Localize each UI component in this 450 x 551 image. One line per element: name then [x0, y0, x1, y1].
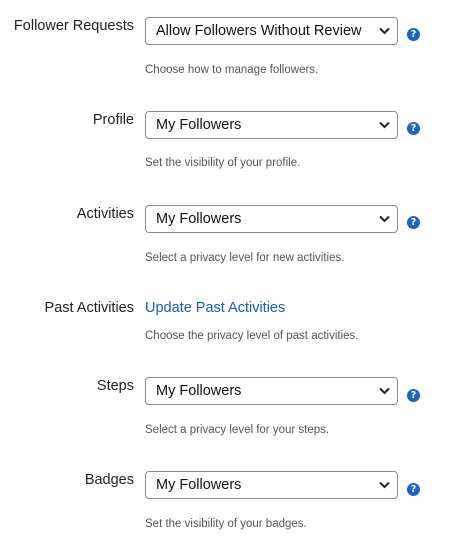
help-icon[interactable]: ?: [407, 216, 420, 229]
update-past-activities-link[interactable]: Update Past Activities: [145, 300, 285, 316]
steps-select[interactable]: My Followers: [145, 377, 398, 405]
steps-hint: Select a privacy level for your steps.: [145, 424, 330, 436]
follower-requests-hint: Choose how to manage followers.: [145, 64, 319, 76]
chevron-down-icon: [379, 387, 390, 395]
past-activities-hint: Choose the privacy level of past activit…: [145, 330, 359, 342]
chevron-down-icon: [379, 121, 390, 129]
activities-select[interactable]: My Followers: [145, 205, 398, 233]
chevron-down-icon: [379, 481, 390, 489]
badges-hint: Set the visibility of your badges.: [145, 518, 307, 530]
badges-select[interactable]: My Followers: [145, 471, 398, 499]
follower-requests-label: Follower Requests: [13, 18, 134, 34]
activities-hint: Select a privacy level for new activitie…: [145, 252, 345, 264]
profile-label: Profile: [92, 112, 134, 128]
help-icon[interactable]: ?: [407, 28, 420, 41]
badges-value: My Followers: [156, 477, 242, 493]
chevron-down-icon: [379, 27, 390, 35]
follower-requests-select[interactable]: Allow Followers Without Review: [145, 17, 398, 45]
chevron-down-icon: [379, 215, 390, 223]
steps-label: Steps: [96, 378, 134, 394]
profile-hint: Set the visibility of your profile.: [145, 157, 301, 169]
steps-value: My Followers: [156, 383, 242, 399]
past-activities-label: Past Activities: [44, 300, 134, 316]
help-icon[interactable]: ?: [407, 389, 420, 402]
follower-requests-value: Allow Followers Without Review: [156, 23, 362, 39]
activities-value: My Followers: [156, 211, 242, 227]
help-icon[interactable]: ?: [407, 483, 420, 496]
activities-label: Activities: [76, 206, 134, 222]
help-icon[interactable]: ?: [407, 122, 420, 135]
profile-select[interactable]: My Followers: [145, 111, 398, 139]
profile-value: My Followers: [156, 117, 242, 133]
badges-label: Badges: [84, 472, 134, 488]
